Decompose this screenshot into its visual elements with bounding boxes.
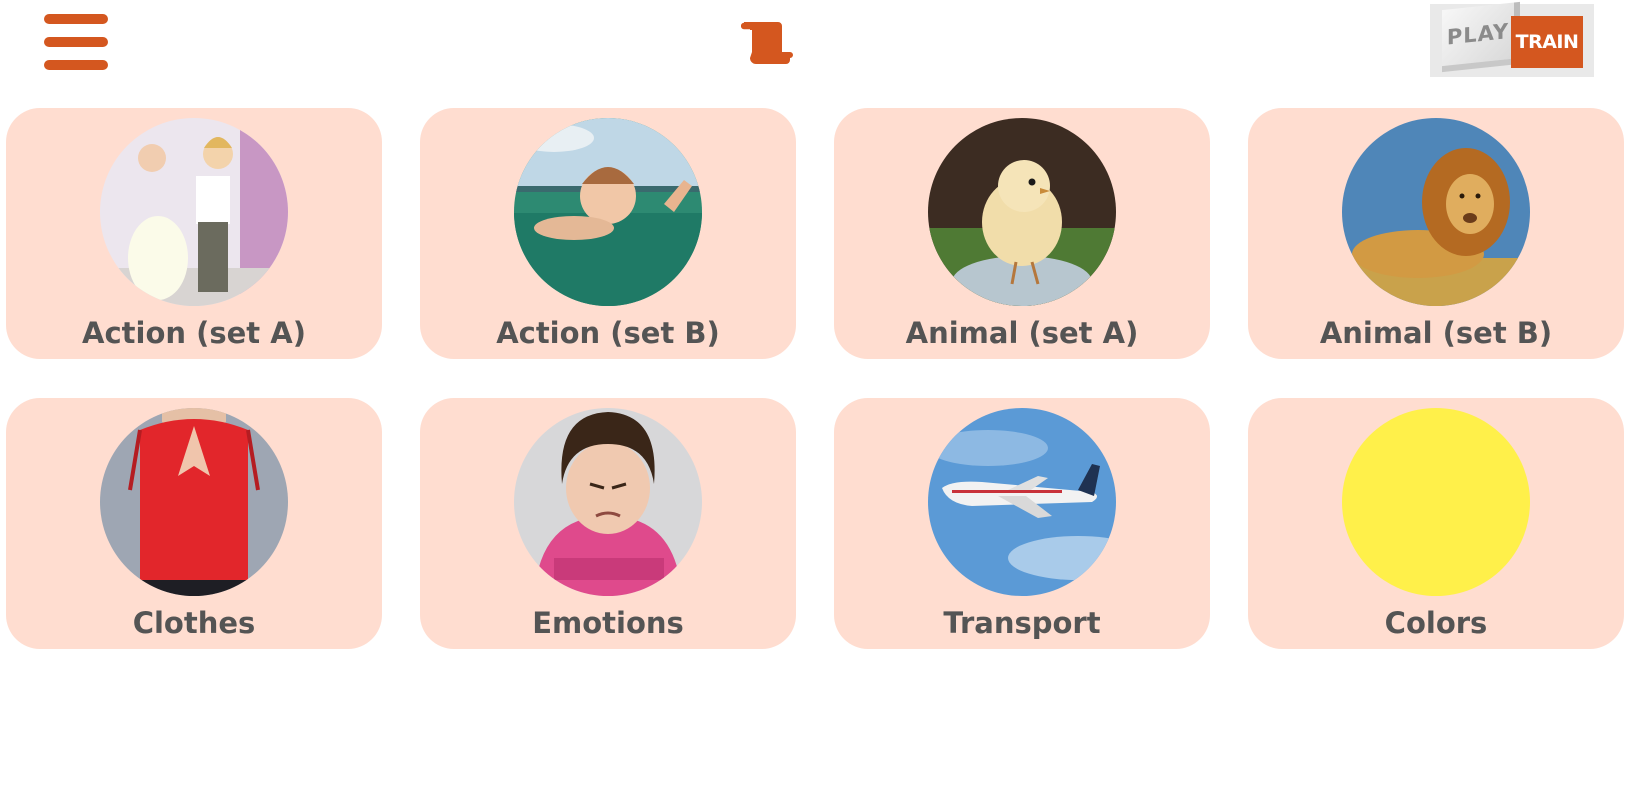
children-dancing-image (100, 118, 288, 306)
grumpy-girl-image (514, 408, 702, 596)
category-card-clothes[interactable]: Clothes (6, 398, 382, 649)
menu-line (44, 14, 108, 24)
category-card-animal-a[interactable]: Animal (set A) (834, 108, 1210, 359)
category-label: Animal (set B) (1319, 316, 1553, 350)
category-card-emotions[interactable]: Emotions (420, 398, 796, 649)
child-swimming-image (514, 118, 702, 306)
category-card-transport[interactable]: Transport (834, 398, 1210, 649)
category-card-action-a[interactable]: Action (set A) (6, 108, 382, 359)
category-card-animal-b[interactable]: Animal (set B) (1248, 108, 1624, 359)
yellow-color-image (1342, 408, 1530, 596)
category-card-action-b[interactable]: Action (set B) (420, 108, 796, 359)
red-blouse-image (100, 408, 288, 596)
category-label: Colors (1384, 606, 1488, 640)
menu-line (44, 37, 108, 47)
category-label: Clothes (132, 606, 256, 640)
category-card-colors[interactable]: Colors (1248, 398, 1624, 649)
category-label: Animal (set A) (905, 316, 1139, 350)
category-label: Action (set B) (496, 316, 720, 350)
category-label: Transport (943, 606, 1101, 640)
train-mode-button[interactable]: TRAIN (1511, 16, 1583, 68)
scroll-icon[interactable] (739, 20, 793, 64)
category-label: Action (set A) (82, 316, 306, 350)
play-mode-button[interactable]: PLAY (1442, 1, 1520, 73)
airplane-image (928, 408, 1116, 596)
menu-line (44, 60, 108, 70)
play-train-toggle[interactable]: PLAY TRAIN (1430, 1, 1594, 77)
category-label: Emotions (532, 606, 684, 640)
chick-image (928, 118, 1116, 306)
lion-image (1342, 118, 1530, 306)
top-bar: PLAY TRAIN (0, 0, 1636, 100)
hamburger-menu-icon[interactable] (44, 14, 108, 70)
